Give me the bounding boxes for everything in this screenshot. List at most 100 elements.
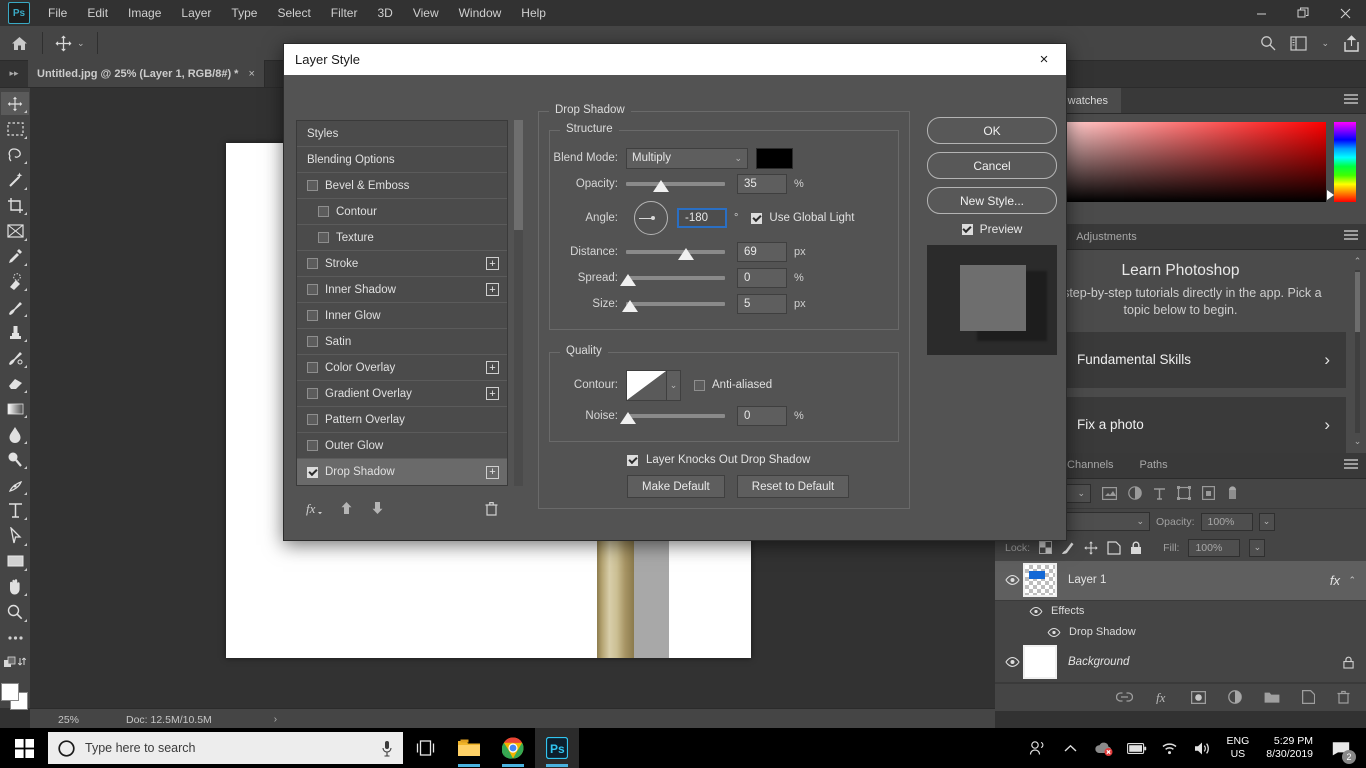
document-tab[interactable]: Untitled.jpg @ 25% (Layer 1, RGB/8#) * × bbox=[28, 60, 265, 87]
workspace-icon[interactable] bbox=[1290, 35, 1308, 51]
chevron-down-icon[interactable]: ⌄ bbox=[77, 38, 85, 49]
opacity-value[interactable]: 100% bbox=[1200, 512, 1253, 531]
style-item-color-overlay[interactable]: Color Overlay + bbox=[297, 355, 507, 381]
type-tool[interactable] bbox=[1, 499, 29, 522]
dodge-tool[interactable] bbox=[1, 448, 29, 471]
status-zoom-level[interactable]: 25% bbox=[58, 714, 126, 726]
style-item-drop-shadow[interactable]: Drop Shadow + bbox=[297, 459, 507, 485]
blend-mode-select[interactable]: Multiply ⌄ bbox=[626, 147, 748, 169]
layer-knocks-out-row[interactable]: Layer Knocks Out Drop Shadow bbox=[627, 454, 899, 466]
make-default-button[interactable]: Make Default bbox=[627, 475, 725, 498]
style-item-satin[interactable]: Satin bbox=[297, 329, 507, 355]
style-item-stroke[interactable]: Stroke + bbox=[297, 251, 507, 277]
size-input[interactable]: 5 bbox=[737, 294, 787, 314]
volume-icon[interactable] bbox=[1188, 728, 1218, 768]
dialog-close-icon[interactable]: × bbox=[1022, 44, 1066, 75]
background-layer-thumbnail[interactable] bbox=[1023, 645, 1057, 680]
path-selection-tool[interactable] bbox=[1, 524, 29, 547]
use-global-light-checkbox[interactable] bbox=[751, 212, 763, 224]
menu-view[interactable]: View bbox=[403, 2, 449, 24]
add-inner-shadow-icon[interactable]: + bbox=[486, 283, 499, 296]
background-layer-name[interactable]: Background bbox=[1068, 656, 1129, 668]
history-brush-tool[interactable] bbox=[1, 346, 29, 369]
zoom-tool[interactable] bbox=[1, 600, 29, 623]
opacity-slider-thumb[interactable] bbox=[653, 179, 669, 192]
background-visibility-icon[interactable] bbox=[1001, 657, 1023, 668]
preview-row[interactable]: Preview bbox=[927, 222, 1057, 236]
add-style-icon[interactable]: fx bbox=[1155, 690, 1169, 704]
new-group-icon[interactable] bbox=[1264, 691, 1280, 704]
stroke-checkbox[interactable] bbox=[307, 258, 318, 269]
contour-preset-swatch[interactable] bbox=[626, 369, 667, 401]
menu-filter[interactable]: Filter bbox=[321, 2, 368, 24]
clone-stamp-tool[interactable] bbox=[1, 321, 29, 344]
workspace-chevron-icon[interactable]: ⌄ bbox=[1321, 38, 1329, 49]
distance-slider[interactable] bbox=[626, 242, 725, 263]
noise-input[interactable]: 0 bbox=[737, 406, 787, 426]
dialog-title-bar[interactable]: Layer Style × bbox=[284, 44, 1066, 75]
layer-thumbnail[interactable] bbox=[1023, 563, 1057, 598]
style-item-gradient-overlay[interactable]: Gradient Overlay + bbox=[297, 381, 507, 407]
anti-aliased-row[interactable]: Anti-aliased bbox=[694, 379, 772, 391]
layers-panel-menu-icon[interactable] bbox=[1344, 459, 1358, 470]
current-tool-group[interactable]: ⌄ bbox=[47, 35, 93, 52]
angle-input[interactable]: -180 bbox=[677, 208, 727, 228]
foreground-background-color-swatches[interactable] bbox=[1, 682, 29, 710]
menu-image[interactable]: Image bbox=[118, 2, 171, 24]
people-icon[interactable] bbox=[1023, 728, 1053, 768]
onedrive-error-icon[interactable] bbox=[1089, 728, 1119, 768]
menu-file[interactable]: File bbox=[38, 2, 77, 24]
photoshop-icon[interactable]: Ps bbox=[535, 728, 579, 768]
use-global-light-row[interactable]: Use Global Light bbox=[751, 212, 854, 224]
windows-logo-icon[interactable] bbox=[0, 728, 48, 768]
task-view-icon[interactable] bbox=[403, 728, 447, 768]
effects-visibility-icon[interactable] bbox=[1029, 606, 1043, 616]
filter-type-icon[interactable] bbox=[1153, 487, 1166, 500]
file-explorer-icon[interactable] bbox=[447, 728, 491, 768]
new-layer-icon[interactable] bbox=[1302, 690, 1315, 705]
style-item-bevel-emboss[interactable]: Bevel & Emboss bbox=[297, 173, 507, 199]
contour-dropdown-icon[interactable]: ⌄ bbox=[667, 369, 681, 401]
search-input[interactable]: Type here to search bbox=[48, 732, 403, 764]
collapse-panels-icon[interactable]: ▸▸ bbox=[0, 60, 28, 87]
language-indicator[interactable]: ENG US bbox=[1221, 735, 1256, 761]
size-slider-thumb[interactable] bbox=[622, 299, 638, 312]
fill-chevron-icon[interactable]: ⌄ bbox=[1249, 538, 1266, 557]
distance-slider-thumb[interactable] bbox=[678, 247, 694, 260]
share-icon[interactable] bbox=[1343, 34, 1360, 52]
style-item-inner-shadow[interactable]: Inner Shadow + bbox=[297, 277, 507, 303]
rectangular-marquee-tool[interactable] bbox=[1, 117, 29, 140]
delete-effect-icon[interactable] bbox=[485, 501, 498, 516]
opacity-chevron-icon[interactable]: ⌄ bbox=[1258, 512, 1275, 531]
status-expand-icon[interactable]: › bbox=[274, 714, 277, 725]
crop-tool[interactable] bbox=[1, 194, 29, 217]
style-item-outer-glow[interactable]: Outer Glow bbox=[297, 433, 507, 459]
contour-checkbox[interactable] bbox=[318, 206, 329, 217]
battery-icon[interactable] bbox=[1122, 728, 1152, 768]
angle-dial[interactable] bbox=[634, 201, 668, 235]
spot-healing-brush-tool[interactable] bbox=[1, 270, 29, 293]
color-overlay-checkbox[interactable] bbox=[307, 362, 318, 373]
layer-row-layer-1[interactable]: Layer 1 fx ⌃ bbox=[995, 560, 1366, 601]
layer-row-background[interactable]: Background bbox=[995, 643, 1366, 683]
fx-icon[interactable]: fx bbox=[306, 501, 322, 516]
chrome-icon[interactable] bbox=[491, 728, 535, 768]
add-drop-shadow-icon[interactable]: + bbox=[486, 465, 499, 479]
scroll-up-icon[interactable]: ⌃ bbox=[1353, 256, 1362, 267]
pattern-overlay-checkbox[interactable] bbox=[307, 414, 318, 425]
chevron-right-icon[interactable]: › bbox=[1324, 350, 1330, 370]
noise-slider-thumb[interactable] bbox=[620, 411, 636, 424]
edit-toolbar-tool[interactable] bbox=[1, 626, 29, 649]
minimize-icon[interactable] bbox=[1240, 0, 1282, 26]
search-icon[interactable] bbox=[1260, 35, 1276, 51]
lock-artboard-icon[interactable] bbox=[1107, 541, 1121, 555]
menu-help[interactable]: Help bbox=[511, 2, 556, 24]
ok-button[interactable]: OK bbox=[927, 117, 1057, 144]
filter-shape-icon[interactable] bbox=[1177, 486, 1191, 501]
add-color-overlay-icon[interactable]: + bbox=[486, 361, 499, 374]
preview-checkbox[interactable] bbox=[961, 223, 973, 235]
style-item-styles[interactable]: Styles bbox=[297, 121, 507, 147]
satin-checkbox[interactable] bbox=[307, 336, 318, 347]
scroll-down-icon[interactable]: ⌄ bbox=[1353, 436, 1362, 447]
eraser-tool[interactable] bbox=[1, 372, 29, 395]
